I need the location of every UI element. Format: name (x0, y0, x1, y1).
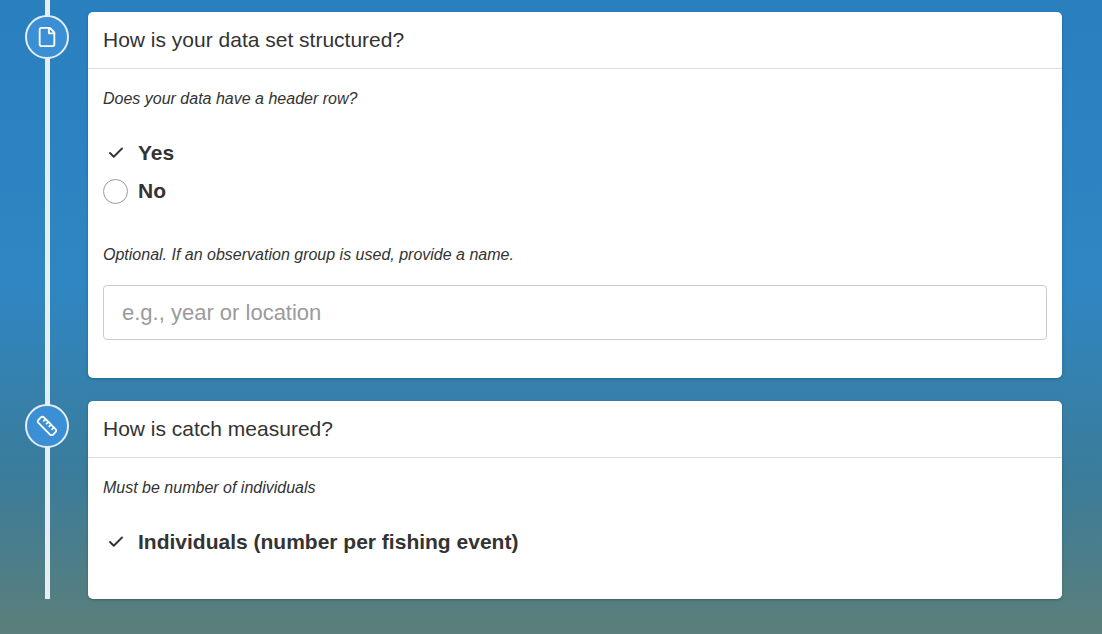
option-list: Yes No (103, 134, 1047, 210)
step-badge (25, 404, 69, 448)
field-prompt: Optional. If an observation group is use… (103, 245, 1047, 265)
check-icon (107, 144, 125, 162)
field-prompt: Does your data have a header row? (103, 89, 1047, 109)
field-prompt: Must be number of individuals (103, 478, 1047, 498)
text-field: Optional. If an observation group is use… (103, 245, 1047, 340)
card-body: Must be number of individuals Individuals… (88, 458, 1062, 599)
step-badge (25, 15, 69, 59)
page: How is your data set structured?Does you… (0, 0, 1102, 634)
timeline-rail (0, 378, 88, 599)
option-mark[interactable] (103, 530, 128, 555)
option-label: Individuals (number per fishing event) (138, 530, 518, 554)
step-section: How is your data set structured?Does you… (0, 0, 1102, 378)
option-row[interactable]: Yes (103, 134, 1047, 172)
option-row[interactable]: No (103, 172, 1047, 210)
card-body: Does your data have a header row? Yes No Op… (88, 69, 1062, 378)
ruler-icon (36, 415, 58, 437)
document-icon (36, 26, 58, 48)
card-title: How is your data set structured? (88, 12, 1062, 69)
step-card: How is your data set structured?Does you… (88, 12, 1062, 378)
card-title: How is catch measured? (88, 401, 1062, 458)
option-mark[interactable] (103, 141, 128, 166)
step-section: How is catch measured? Must be number of … (0, 378, 1102, 599)
choice-field: Does your data have a header row? Yes No (103, 89, 1047, 210)
option-list: Individuals (number per fishing event) (103, 523, 1047, 561)
option-label: No (138, 179, 166, 203)
card-column: How is catch measured? Must be number of … (88, 378, 1062, 599)
option-label: Yes (138, 141, 174, 165)
timeline-rail (0, 0, 88, 378)
step-card: How is catch measured? Must be number of … (88, 401, 1062, 599)
group-name-input[interactable] (103, 285, 1047, 340)
option-mark[interactable] (103, 179, 128, 204)
check-icon (107, 533, 125, 551)
card-column: How is your data set structured?Does you… (88, 0, 1062, 378)
radio-circle[interactable] (103, 179, 128, 204)
option-row[interactable]: Individuals (number per fishing event) (103, 523, 1047, 561)
choice-field: Must be number of individuals Individuals… (103, 478, 1047, 561)
